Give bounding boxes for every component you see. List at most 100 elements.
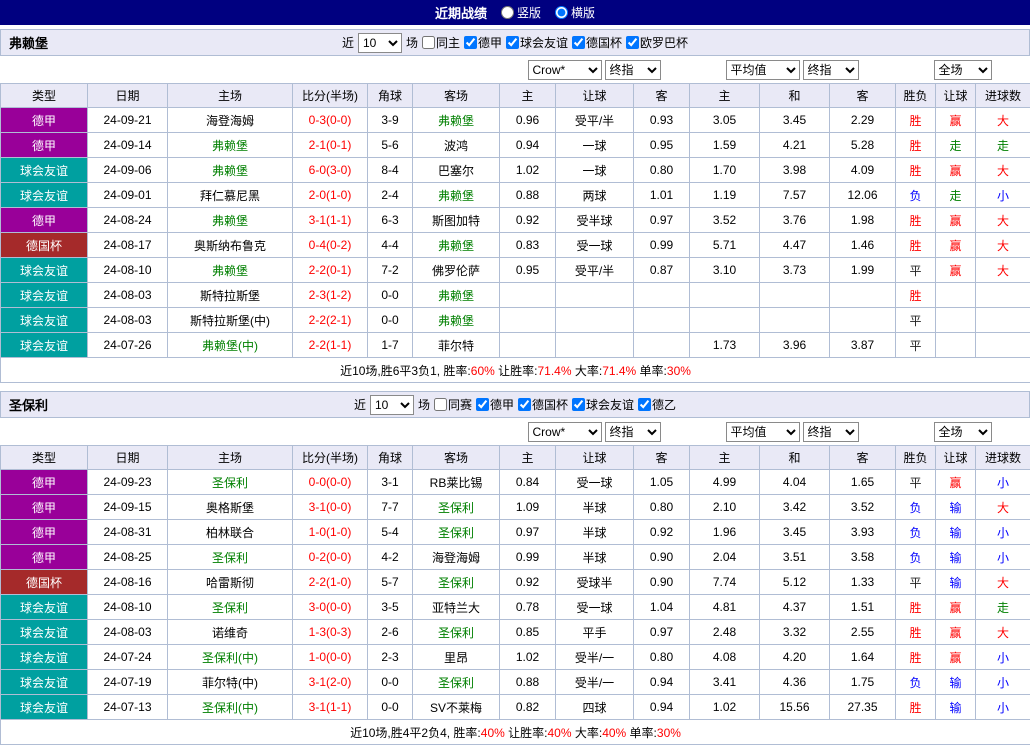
match-row: 德甲24-09-21海登海姆0-3(0-0)3-9弗赖堡0.96受平/半0.93… [1,108,1030,133]
home-team: 拜仁慕尼黑 [168,183,293,208]
home-team: 圣保利 [168,545,293,570]
away-team: SV不莱梅 [413,695,500,720]
summary: 近10场,胜4平2负4, 胜率:40% 让胜率:40% 大率:40% 单率:30… [1,720,1030,745]
home-team: 圣保利 [168,470,293,495]
asia-odds-time-select[interactable]: 终指 [605,60,661,80]
match-date: 24-07-13 [88,695,168,720]
league-checkbox-3[interactable] [638,398,651,411]
asia-handicap: 半球 [556,495,634,520]
summary-value: 60% [471,364,495,378]
match-score: 3-1(1-1) [293,208,368,233]
summary-value: 30% [667,364,691,378]
asia-odds-time-select[interactable]: 终指 [605,422,661,442]
match-row: 球会友谊24-08-10圣保利3-0(0-0)3-5亚特兰大0.78受一球1.0… [1,595,1030,620]
match-date: 24-09-06 [88,158,168,183]
result-goals [976,308,1030,333]
league-badge: 球会友谊 [1,158,88,183]
away-team: 波鸿 [413,133,500,158]
asia-away-odds [634,333,690,358]
asia-handicap: 受一球 [556,233,634,258]
euro-home-odds [690,283,760,308]
away-team: 巴塞尔 [413,158,500,183]
euro-odds-time-select[interactable]: 终指 [803,60,859,80]
column-header: 胜负 [896,446,936,470]
asia-home-odds: 0.92 [500,570,556,595]
euro-home-odds: 3.05 [690,108,760,133]
corner-score: 7-2 [368,258,413,283]
same-checkbox[interactable] [434,398,447,411]
league-checkbox-1[interactable] [506,36,519,49]
match-date: 24-08-03 [88,283,168,308]
euro-draw-odds: 4.47 [760,233,830,258]
league-checkbox-3[interactable] [626,36,639,49]
league-checkbox-2[interactable] [572,36,585,49]
euro-draw-odds: 3.98 [760,158,830,183]
asia-away-odds [634,308,690,333]
league-label-1: 球会友谊 [520,34,568,51]
home-team: 奥斯纳布鲁克 [168,233,293,258]
match-score: 2-2(1-1) [293,333,368,358]
asia-home-odds: 0.97 [500,520,556,545]
league-badge: 德国杯 [1,570,88,595]
asia-home-odds: 0.94 [500,133,556,158]
result-wdl: 胜 [896,620,936,645]
match-score: 1-3(0-3) [293,620,368,645]
euro-odds-source-select[interactable]: 平均值 [726,422,800,442]
column-header: 客 [634,446,690,470]
league-badge: 德甲 [1,495,88,520]
league-label-1: 德国杯 [532,396,568,413]
result-goals: 大 [976,620,1030,645]
league-filter-0: 德甲 [476,396,514,413]
asia-handicap: 一球 [556,133,634,158]
result-goals: 小 [976,520,1030,545]
team-header-row: 弗赖堡 近 10 场 同主 德甲 球会友谊 德国杯 欧罗巴 [0,29,1030,56]
asia-away-odds: 1.05 [634,470,690,495]
filter-near-label: 近 [342,34,354,51]
euro-draw-odds: 3.73 [760,258,830,283]
league-checkbox-2[interactable] [572,398,585,411]
asia-handicap: 四球 [556,695,634,720]
match-count-select[interactable]: 10 [358,33,402,53]
away-team: 弗赖堡 [413,233,500,258]
layout-radio-horizontal[interactable] [555,6,568,19]
corner-score: 1-7 [368,333,413,358]
result-wdl: 负 [896,520,936,545]
match-date: 24-08-03 [88,308,168,333]
match-date: 24-08-31 [88,520,168,545]
result-handicap: 走 [936,133,976,158]
league-checkbox-0[interactable] [476,398,489,411]
match-count-select[interactable]: 10 [370,395,414,415]
euro-odds-source-select[interactable]: 平均值 [726,60,800,80]
column-header: 客 [830,84,896,108]
result-goals: 大 [976,158,1030,183]
league-checkbox-1[interactable] [518,398,531,411]
column-header: 比分(半场) [293,446,368,470]
league-checkbox-0[interactable] [464,36,477,49]
result-goals: 小 [976,470,1030,495]
match-row: 球会友谊24-07-26弗赖堡(中)2-2(1-1)1-7菲尔特1.733.96… [1,333,1030,358]
scope-select[interactable]: 全场 [934,422,992,442]
asia-home-odds: 0.99 [500,545,556,570]
corner-score: 0-0 [368,695,413,720]
home-team: 海登海姆 [168,108,293,133]
league-label-0: 德甲 [490,396,514,413]
summary-label: 单率: [626,726,657,740]
match-score: 6-0(3-0) [293,158,368,183]
same-checkbox[interactable] [422,36,435,49]
match-score: 0-4(0-2) [293,233,368,258]
euro-odds-time-select[interactable]: 终指 [803,422,859,442]
asia-odds-source-select[interactable]: Crow* [528,60,602,80]
match-row: 球会友谊24-07-24圣保利(中)1-0(0-0)2-3里昂1.02受半/一0… [1,645,1030,670]
column-header: 主 [500,446,556,470]
asia-handicap: 两球 [556,183,634,208]
euro-home-odds: 3.41 [690,670,760,695]
euro-home-odds: 2.10 [690,495,760,520]
team-section-freiburg: 弗赖堡 近 10 场 同主 德甲 球会友谊 德国杯 欧罗巴 [0,29,1030,383]
league-badge: 球会友谊 [1,670,88,695]
layout-radio-vertical[interactable] [501,6,514,19]
asia-away-odds: 0.80 [634,495,690,520]
match-score: 2-3(1-2) [293,283,368,308]
scope-select[interactable]: 全场 [934,60,992,80]
corner-score: 3-1 [368,470,413,495]
asia-odds-source-select[interactable]: Crow* [528,422,602,442]
